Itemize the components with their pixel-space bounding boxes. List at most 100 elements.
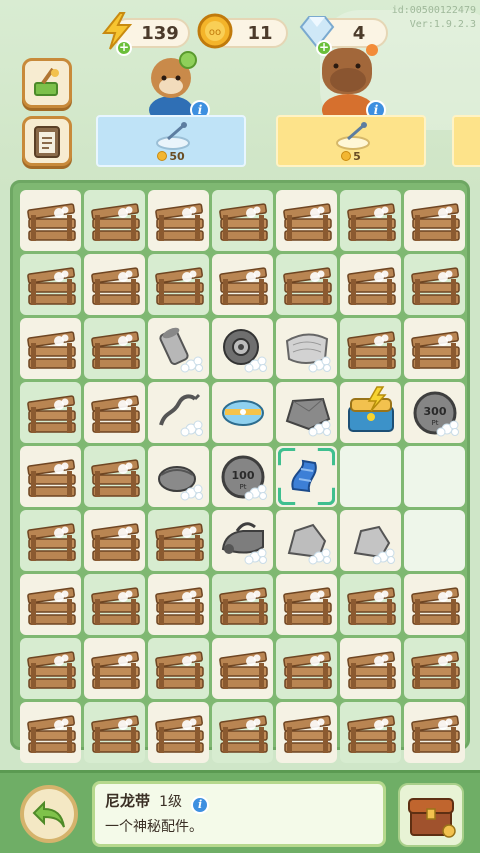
wooden-crate-icon <box>218 650 268 689</box>
board-cell[interactable] <box>20 318 81 379</box>
board-cell[interactable] <box>340 190 401 251</box>
board-cell[interactable] <box>148 190 209 251</box>
board-cell[interactable]: 300 Pt <box>404 382 465 443</box>
board-cell[interactable] <box>20 638 81 699</box>
board-cell[interactable] <box>212 574 273 635</box>
board-cell[interactable] <box>276 574 337 635</box>
wooden-crate-icon <box>282 650 332 689</box>
task-list-button[interactable] <box>22 116 72 166</box>
blue-station-cost: 50 <box>98 150 244 163</box>
back-arrow-icon <box>32 800 65 828</box>
version-label: Ver:1.9.2.3 <box>409 19 476 30</box>
board-cell[interactable] <box>276 638 337 699</box>
board-cell[interactable] <box>276 318 337 379</box>
wooden-crate-icon <box>218 714 268 753</box>
board-cell[interactable] <box>20 446 81 507</box>
wooden-crate-icon <box>90 394 140 433</box>
board-cell[interactable] <box>20 510 81 571</box>
wooden-crate-icon <box>282 714 332 753</box>
wooden-crate-icon <box>346 330 396 369</box>
wooden-crate-icon <box>218 266 268 305</box>
board-cell[interactable] <box>84 254 145 315</box>
waist-bag-icon <box>221 399 264 426</box>
board-cell[interactable] <box>212 190 273 251</box>
empty-cell[interactable] <box>404 446 465 507</box>
wooden-crate-icon <box>154 714 204 753</box>
board-cell[interactable] <box>148 318 209 379</box>
board-cell[interactable] <box>340 318 401 379</box>
board-cell[interactable] <box>148 382 209 443</box>
board-cell[interactable] <box>20 254 81 315</box>
blue-station[interactable]: 50 <box>96 115 246 167</box>
board-cell[interactable] <box>212 318 273 379</box>
board-cell[interactable] <box>84 446 145 507</box>
merge-board: 300 Pt 100 Pt <box>10 180 470 763</box>
board-cell[interactable]: 100 Pt <box>212 446 273 507</box>
board-cell[interactable] <box>404 254 465 315</box>
bottom-panel: 尼龙带 1级 i 一个神秘配件。 <box>0 770 480 853</box>
wooden-crate-icon <box>346 266 396 305</box>
empty-cell[interactable] <box>404 510 465 571</box>
board-cell[interactable] <box>148 446 209 507</box>
board-cell[interactable] <box>276 254 337 315</box>
add-energy-button[interactable]: + <box>116 40 132 56</box>
coin-value: 11 <box>247 22 273 44</box>
board-cell[interactable] <box>212 638 273 699</box>
wooden-crate-icon <box>90 266 140 305</box>
board-cell[interactable] <box>404 702 465 763</box>
board-cell[interactable] <box>276 702 337 763</box>
board-cell[interactable] <box>148 638 209 699</box>
board-cell[interactable] <box>276 446 337 507</box>
board-cell[interactable] <box>84 510 145 571</box>
board-cell[interactable] <box>404 190 465 251</box>
yellow-station[interactable]: 5 <box>276 115 426 167</box>
board-cell[interactable] <box>84 318 145 379</box>
board-cell[interactable] <box>276 190 337 251</box>
item-info-panel: 尼龙带 1级 i 一个神秘配件。 <box>92 781 386 847</box>
cleaning-tools-button[interactable] <box>22 58 72 108</box>
board-cell[interactable] <box>84 574 145 635</box>
item-info-icon[interactable]: i <box>191 796 210 814</box>
storage-chest-button[interactable] <box>398 783 464 847</box>
board-cell[interactable] <box>340 638 401 699</box>
board-cell[interactable] <box>212 510 273 571</box>
wooden-crate-icon <box>346 714 396 753</box>
board-cell[interactable] <box>148 574 209 635</box>
wooden-crate-icon <box>410 202 460 241</box>
wooden-crate-icon <box>90 458 140 497</box>
board-cell[interactable] <box>404 574 465 635</box>
board-cell[interactable] <box>340 254 401 315</box>
board-cell[interactable] <box>404 318 465 379</box>
board-cell[interactable] <box>84 702 145 763</box>
board-cell[interactable] <box>20 190 81 251</box>
board-cell[interactable] <box>20 382 81 443</box>
wooden-crate-icon <box>346 650 396 689</box>
board-cell[interactable] <box>276 382 337 443</box>
board-cell[interactable] <box>212 702 273 763</box>
next-station[interactable] <box>452 115 480 167</box>
board-cell[interactable] <box>340 702 401 763</box>
board-cell[interactable] <box>340 382 401 443</box>
board-cell[interactable] <box>148 702 209 763</box>
board-cell[interactable] <box>340 510 401 571</box>
board-cell[interactable] <box>20 702 81 763</box>
board-cell[interactable] <box>84 638 145 699</box>
back-button[interactable] <box>20 785 78 843</box>
cloth-icon <box>285 333 331 372</box>
board-cell[interactable] <box>148 510 209 571</box>
board-cell[interactable] <box>148 254 209 315</box>
wooden-crate-icon <box>26 458 76 497</box>
board-cell[interactable] <box>340 574 401 635</box>
version-info: id:00500122479 Ver:1.9.2.3 <box>392 4 476 32</box>
wooden-crate-icon <box>90 522 140 561</box>
board-cell[interactable] <box>404 638 465 699</box>
board-cell[interactable] <box>84 190 145 251</box>
board-cell[interactable] <box>276 510 337 571</box>
board-cell[interactable] <box>212 382 273 443</box>
wooden-crate-icon <box>218 586 268 625</box>
empty-cell[interactable] <box>340 446 401 507</box>
board-cell[interactable] <box>20 574 81 635</box>
board-cell[interactable] <box>84 382 145 443</box>
svg-text:300: 300 <box>423 405 446 418</box>
board-cell[interactable] <box>212 254 273 315</box>
